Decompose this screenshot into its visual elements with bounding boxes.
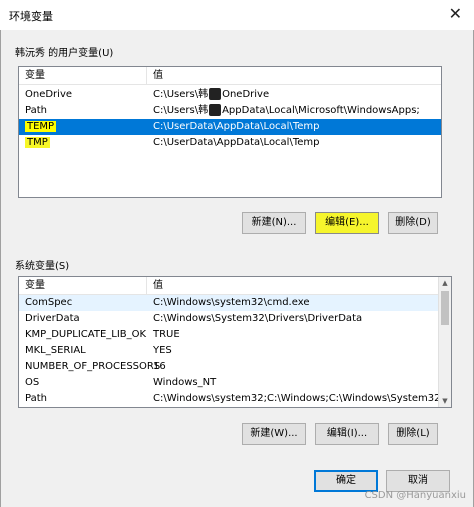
var-name: ComSpec — [25, 297, 73, 308]
system-var-row-comspec[interactable]: ComSpec C:\Windows\system32\cmd.exe — [19, 295, 438, 311]
close-icon[interactable]: ✕ — [449, 4, 462, 23]
var-name: Path — [25, 393, 47, 404]
var-value: Windows_NT — [153, 377, 217, 388]
column-header-name[interactable]: 变量 — [19, 277, 147, 295]
user-vars-label: 韩沅秀 的用户变量(U) — [15, 48, 114, 59]
system-vars-label: 系统变量(S) — [15, 261, 70, 272]
var-value: C:\Windows\System32\Drivers\DriverData — [153, 313, 363, 324]
ok-button[interactable]: 确定 — [314, 470, 378, 492]
system-var-row-os[interactable]: OS Windows_NT — [19, 375, 438, 391]
user-var-row-path[interactable]: Path C:\Users\韩 AppData\Local\Microsoft\W… — [19, 103, 441, 119]
var-value: C:\Users\韩 AppData\Local\Microsoft\Window… — [153, 104, 420, 116]
var-name: OS — [25, 377, 40, 388]
user-var-row-onedrive[interactable]: OneDrive C:\Users\韩 OneDrive — [19, 87, 441, 103]
var-value: YES — [153, 345, 172, 356]
watermark: CSDN @Hanyuanxiu — [364, 490, 466, 501]
user-var-row-tmp[interactable]: TMP C:\UserData\AppData\Local\Temp — [19, 135, 441, 151]
system-var-row-processors[interactable]: NUMBER_OF_PROCESSORS 16 — [19, 359, 438, 375]
column-header-value[interactable]: 值 — [147, 277, 439, 295]
cancel-button[interactable]: 取消 — [386, 470, 450, 492]
system-var-row-kmp[interactable]: KMP_DUPLICATE_LIB_OK TRUE — [19, 327, 438, 343]
scroll-up-icon[interactable]: ▲ — [439, 277, 451, 289]
var-value: TRUE — [153, 329, 180, 340]
user-edit-button[interactable]: 编辑(E)... — [315, 212, 379, 234]
system-edit-button[interactable]: 编辑(I)... — [315, 423, 379, 445]
redaction-mark — [209, 104, 222, 116]
column-header-name[interactable]: 变量 — [19, 67, 147, 85]
var-value: C:\UserData\AppData\Local\Temp — [153, 121, 320, 132]
var-value: C:\UserData\AppData\Local\Temp — [153, 137, 320, 148]
var-name: Path — [25, 105, 47, 116]
user-vars-list[interactable]: 变量 值 OneDrive C:\Users\韩 OneDrive Path C:… — [18, 66, 442, 198]
system-vars-scrollbar[interactable]: ▲ ▼ — [438, 277, 451, 407]
user-delete-button[interactable]: 删除(D) — [388, 212, 438, 234]
scroll-thumb[interactable] — [441, 291, 449, 325]
system-var-row-path[interactable]: Path C:\Windows\system32;C:\Windows;C:\W… — [19, 391, 451, 407]
user-vars-header: 变量 值 — [19, 67, 441, 85]
system-new-button[interactable]: 新建(W)... — [242, 423, 306, 445]
redaction-mark — [209, 88, 222, 100]
window-title: 环境变量 — [9, 10, 53, 23]
scroll-down-icon[interactable]: ▼ — [439, 395, 451, 407]
system-var-row-mkl[interactable]: MKL_SERIAL YES — [19, 343, 438, 359]
var-name: TMP — [25, 137, 50, 148]
user-new-button[interactable]: 新建(N)... — [242, 212, 306, 234]
var-value: C:\Windows\system32;C:\Windows;C:\Window… — [153, 393, 452, 404]
system-vars-list[interactable]: 变量 值 ComSpec C:\Windows\system32\cmd.exe… — [18, 276, 452, 408]
var-value: 16 — [153, 361, 166, 372]
column-header-value[interactable]: 值 — [147, 67, 441, 85]
var-name: NUMBER_OF_PROCESSORS — [25, 361, 161, 372]
system-var-row-driverdata[interactable]: DriverData C:\Windows\System32\Drivers\D… — [19, 311, 438, 327]
title-bar: 环境变量 ✕ — [0, 0, 474, 30]
var-name: KMP_DUPLICATE_LIB_OK — [25, 329, 147, 340]
var-name: DriverData — [25, 313, 80, 324]
var-name: TEMP — [25, 121, 57, 132]
var-value: C:\Users\韩 OneDrive — [153, 88, 270, 100]
var-name: OneDrive — [25, 89, 73, 100]
user-var-row-temp[interactable]: TEMP C:\UserData\AppData\Local\Temp — [19, 119, 441, 135]
system-delete-button[interactable]: 删除(L) — [388, 423, 438, 445]
var-name: MKL_SERIAL — [25, 345, 86, 356]
system-vars-header: 变量 值 — [19, 277, 451, 295]
var-value: C:\Windows\system32\cmd.exe — [153, 297, 310, 308]
